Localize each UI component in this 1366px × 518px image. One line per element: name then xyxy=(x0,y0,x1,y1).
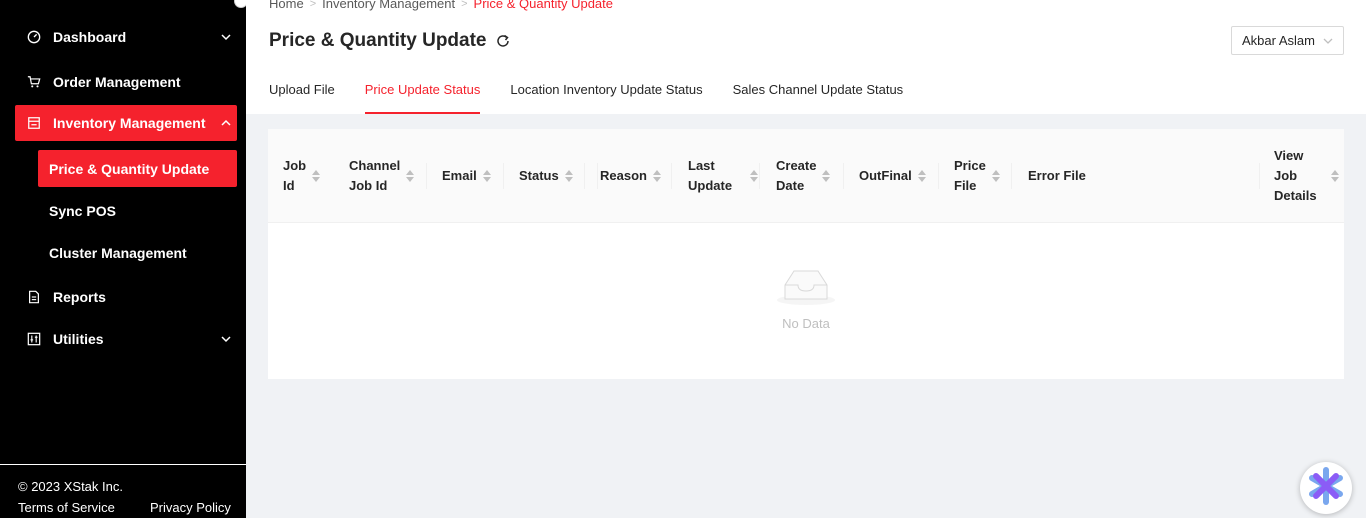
sort-icon[interactable] xyxy=(917,170,926,182)
tab-location-inventory-update-status[interactable]: Location Inventory Update Status xyxy=(510,82,702,114)
sidebar-subitem-price-quantity-update[interactable]: Price & Quantity Update xyxy=(38,150,237,187)
column-header-label: OutFinal xyxy=(859,168,912,183)
column-header-status[interactable]: Status xyxy=(519,129,573,223)
sidebar-divider xyxy=(0,464,246,465)
column-header-label: Job Id xyxy=(283,158,307,193)
chat-logo-icon xyxy=(1306,466,1346,511)
sidebar-subitem-label: Price & Quantity Update xyxy=(49,160,210,177)
sidebar-item-label: Reports xyxy=(53,289,106,305)
breadcrumb-inventory-management[interactable]: Inventory Management xyxy=(322,0,455,11)
column-divider xyxy=(426,163,427,189)
column-header-label: Last Update xyxy=(688,158,733,193)
breadcrumb: Home > Inventory Management > Price & Qu… xyxy=(269,0,613,11)
column-divider xyxy=(503,163,504,189)
column-divider xyxy=(1011,163,1012,189)
sidebar-item-label: Order Management xyxy=(53,74,181,90)
dashboard-icon xyxy=(15,30,53,44)
table-header: Job Id Channel Job Id Email Status Reaso… xyxy=(268,129,1344,223)
sidebar-item-label: Dashboard xyxy=(53,29,127,45)
inventory-icon xyxy=(15,116,53,130)
sort-icon[interactable] xyxy=(991,170,1000,182)
sidebar-subitem-sync-pos[interactable]: Sync POS xyxy=(38,192,237,229)
sort-icon[interactable] xyxy=(1330,170,1339,182)
empty-state: No Data xyxy=(268,223,1344,379)
user-dropdown[interactable]: Akbar Aslam xyxy=(1231,26,1344,55)
page-title: Price & Quantity Update xyxy=(269,30,487,51)
chevron-down-icon xyxy=(215,32,237,42)
sort-icon[interactable] xyxy=(482,170,491,182)
column-header-label: Email xyxy=(442,168,477,183)
column-header-label: Channel Job Id xyxy=(349,158,401,193)
sidebar: Dashboard Order Management Inventory Man… xyxy=(0,0,246,518)
empty-inbox-icon xyxy=(775,265,837,312)
column-header-error-file: Error File xyxy=(1028,129,1086,223)
sidebar-item-reports[interactable]: Reports xyxy=(15,279,237,315)
cart-icon xyxy=(15,75,53,89)
chevron-down-icon xyxy=(1323,36,1333,46)
utilities-icon xyxy=(15,332,53,346)
chevron-up-icon xyxy=(215,118,237,128)
sort-icon[interactable] xyxy=(564,170,573,182)
sort-icon[interactable] xyxy=(822,170,831,182)
terms-of-service-link[interactable]: Terms of Service xyxy=(18,500,115,515)
column-divider xyxy=(843,163,844,189)
privacy-policy-link[interactable]: Privacy Policy xyxy=(150,500,231,515)
column-divider xyxy=(671,163,672,189)
sidebar-subitem-label: Sync POS xyxy=(49,202,116,219)
tab-price-update-status[interactable]: Price Update Status xyxy=(364,82,480,114)
user-name: Akbar Aslam xyxy=(1242,33,1315,48)
column-divider xyxy=(759,163,760,189)
column-header-channel-job-id[interactable]: Channel Job Id xyxy=(349,129,415,223)
column-header-view-job-details[interactable]: View Job Details xyxy=(1274,129,1339,223)
column-divider xyxy=(1259,163,1260,189)
breadcrumb-current: Price & Quantity Update xyxy=(473,0,613,11)
column-header-label: Status xyxy=(519,168,559,183)
column-header-label: View Job Details xyxy=(1274,148,1317,203)
column-header-label: Error File xyxy=(1028,168,1086,183)
column-header-price-file[interactable]: Price File xyxy=(954,129,1000,223)
column-header-create-date[interactable]: Create Date xyxy=(776,129,831,223)
sort-icon[interactable] xyxy=(406,170,415,182)
chevron-down-icon xyxy=(215,334,237,344)
sidebar-subitem-label: Cluster Management xyxy=(49,244,187,261)
column-divider xyxy=(938,163,939,189)
column-header-email[interactable]: Email xyxy=(442,129,491,223)
column-header-outfinal[interactable]: OutFinal xyxy=(859,129,926,223)
column-divider xyxy=(584,163,585,189)
column-header-label: Price File xyxy=(954,158,986,193)
column-header-job-id[interactable]: Job Id xyxy=(283,129,321,223)
column-divider xyxy=(597,163,598,189)
sidebar-item-utilities[interactable]: Utilities xyxy=(15,321,237,357)
tab-sales-channel-update-status[interactable]: Sales Channel Update Status xyxy=(733,82,904,114)
refresh-icon[interactable] xyxy=(494,32,512,50)
report-icon xyxy=(15,290,53,304)
sort-icon[interactable] xyxy=(312,170,321,182)
sidebar-item-label: Inventory Management xyxy=(53,115,206,131)
sidebar-item-order-management[interactable]: Order Management xyxy=(15,64,237,100)
column-header-label: Create Date xyxy=(776,158,817,193)
sidebar-item-label: Utilities xyxy=(53,331,104,347)
sort-icon[interactable] xyxy=(652,170,661,182)
breadcrumb-home[interactable]: Home xyxy=(269,0,304,11)
column-header-reason[interactable]: Reason xyxy=(600,129,661,223)
sidebar-subitem-cluster-management[interactable]: Cluster Management xyxy=(38,234,237,271)
breadcrumb-separator-icon: > xyxy=(309,0,317,10)
sidebar-item-dashboard[interactable]: Dashboard xyxy=(15,19,237,55)
chat-widget-button[interactable] xyxy=(1300,462,1352,514)
copyright-text: © 2023 XStak Inc. xyxy=(18,479,123,494)
empty-state-text: No Data xyxy=(782,316,830,331)
sort-icon[interactable] xyxy=(750,170,759,182)
status-table: Job Id Channel Job Id Email Status Reaso… xyxy=(268,129,1344,379)
tab-bar: Upload File Price Update Status Location… xyxy=(269,82,933,114)
breadcrumb-separator-icon: > xyxy=(461,0,468,10)
column-header-label: Reason xyxy=(600,168,647,183)
column-header-last-update[interactable]: Last Update xyxy=(688,129,759,223)
sidebar-item-inventory-management[interactable]: Inventory Management xyxy=(15,105,237,141)
tab-upload-file[interactable]: Upload File xyxy=(269,82,335,114)
